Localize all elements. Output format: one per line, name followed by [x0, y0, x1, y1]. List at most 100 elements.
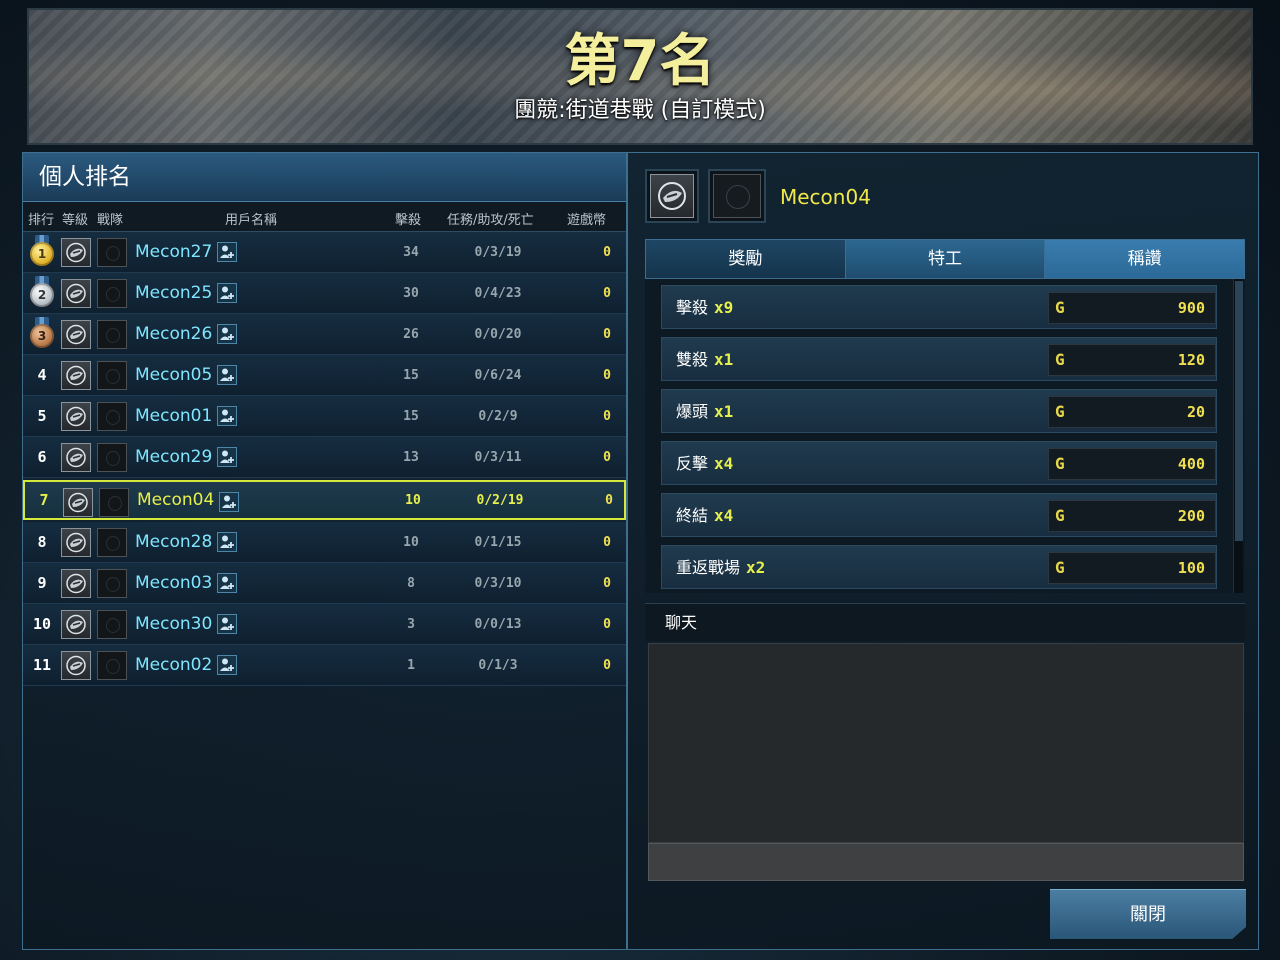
chat-input[interactable] — [648, 843, 1244, 881]
add-friend-button[interactable] — [217, 365, 237, 385]
add-friend-button[interactable] — [217, 283, 237, 303]
clan-icon — [97, 651, 127, 680]
username[interactable]: Mecon25 — [135, 273, 212, 314]
rank-emblem-icon — [68, 492, 88, 513]
reward-multiplier: x1 — [714, 402, 734, 421]
reward-value-box: G 20 — [1048, 396, 1216, 428]
add-friend-icon — [220, 368, 234, 381]
ranking-row[interactable]: 2 Mecon25 30 0/4/23 0 — [23, 273, 626, 314]
reward-label: 擊殺 x9 — [676, 286, 733, 330]
level-icon — [61, 569, 91, 598]
rank-emblem-icon — [66, 532, 86, 553]
chat-log — [648, 643, 1244, 843]
reward-name: 終結 — [676, 506, 709, 525]
username[interactable]: Mecon01 — [135, 396, 212, 437]
ranking-row[interactable]: 4 Mecon05 15 0/6/24 0 — [23, 355, 626, 396]
add-friend-icon — [220, 327, 234, 340]
add-friend-icon — [220, 409, 234, 422]
add-friend-button[interactable] — [217, 573, 237, 593]
kills-value: 26 — [403, 327, 419, 342]
kills-value: 15 — [403, 409, 419, 424]
tab-praise[interactable]: 稱讚 — [1045, 240, 1245, 278]
kills-value: 30 — [403, 286, 419, 301]
username[interactable]: Mecon27 — [135, 232, 212, 273]
col-clan: 戰隊 — [97, 213, 124, 228]
ranking-row[interactable]: 11 Mecon02 1 0/1/3 0 — [23, 645, 626, 686]
add-friend-button[interactable] — [217, 406, 237, 426]
clan-icon — [97, 238, 127, 267]
close-button[interactable]: 關閉 — [1050, 889, 1246, 939]
clan-icon — [97, 443, 127, 472]
add-friend-icon — [220, 658, 234, 671]
rank-number: 6 — [37, 448, 47, 466]
kills-value: 10 — [403, 535, 419, 550]
level-icon — [61, 651, 91, 680]
kills-value: 1 — [407, 658, 415, 673]
coins-value: 0 — [603, 368, 611, 383]
add-friend-button[interactable] — [217, 532, 237, 552]
reward-value: 900 — [1177, 299, 1205, 317]
rank-emblem-icon — [66, 447, 86, 468]
username[interactable]: Mecon03 — [135, 563, 212, 604]
clan-icon — [97, 402, 127, 431]
ranking-row[interactable]: 9 Mecon03 8 0/3/10 0 — [23, 563, 626, 604]
add-friend-button[interactable] — [217, 447, 237, 467]
tab-rewards[interactable]: 獎勵 — [646, 240, 846, 278]
add-friend-button[interactable] — [217, 614, 237, 634]
reward-label: 終結 x4 — [676, 494, 733, 538]
tab-agent[interactable]: 特工 — [845, 240, 1046, 278]
reward-row: 擊殺 x9 G 900 — [661, 285, 1217, 329]
add-friend-button[interactable] — [217, 324, 237, 344]
username[interactable]: Mecon05 — [135, 355, 212, 396]
coins-value: 0 — [603, 658, 611, 673]
ranking-row[interactable]: 10 Mecon30 3 0/0/13 0 — [23, 604, 626, 645]
add-friend-button[interactable] — [219, 492, 239, 512]
ranking-row[interactable]: 5 Mecon01 15 0/2/9 0 — [23, 396, 626, 437]
username[interactable]: Mecon29 — [135, 437, 212, 478]
add-friend-icon — [222, 495, 236, 508]
reward-value: 20 — [1186, 403, 1205, 421]
ranking-row[interactable]: 6 Mecon29 13 0/3/11 0 — [23, 437, 626, 478]
level-icon — [61, 610, 91, 639]
username[interactable]: Mecon26 — [135, 314, 212, 355]
rank-emblem-icon — [66, 573, 86, 594]
reward-name: 反擊 — [676, 454, 709, 473]
rewards-scrollbar[interactable] — [1233, 279, 1243, 593]
clan-icon — [97, 279, 127, 308]
add-friend-icon — [220, 245, 234, 258]
col-username: 用戶名稱 — [225, 213, 278, 228]
level-icon — [61, 443, 91, 472]
col-coins: 遊戲幣 — [567, 213, 607, 228]
rank-emblem-icon — [66, 406, 86, 427]
reward-value-box: G 120 — [1048, 344, 1216, 376]
add-friend-button[interactable] — [217, 242, 237, 262]
silver-medal-icon: 2 — [29, 276, 55, 310]
username[interactable]: Mecon04 — [137, 480, 214, 521]
bronze-medal-icon: 3 — [29, 317, 55, 351]
clan-icon — [97, 569, 127, 598]
kda-value: 0/1/3 — [478, 658, 518, 673]
ranking-row[interactable]: 1 Mecon27 34 0/3/19 0 — [23, 232, 626, 273]
scrollbar-thumb[interactable] — [1235, 281, 1243, 541]
username[interactable]: Mecon28 — [135, 522, 212, 563]
rank-emblem-icon — [658, 182, 686, 210]
reward-multiplier: x9 — [714, 298, 734, 317]
level-icon — [61, 238, 91, 267]
ranking-row[interactable]: 7 Mecon04 10 0/2/19 0 — [23, 480, 626, 520]
ranking-row[interactable]: 8 Mecon28 10 0/1/15 0 — [23, 522, 626, 563]
reward-value: 120 — [1177, 351, 1205, 369]
reward-value: 200 — [1177, 507, 1205, 525]
rank-title: 第7名 — [564, 29, 716, 94]
level-icon — [61, 279, 91, 308]
rank-emblem-icon — [66, 365, 86, 386]
rank-number: 11 — [32, 656, 52, 674]
username[interactable]: Mecon02 — [135, 645, 212, 686]
username[interactable]: Mecon30 — [135, 604, 212, 645]
kills-value: 3 — [407, 617, 415, 632]
clan-icon — [97, 320, 127, 349]
coins-value: 0 — [603, 535, 611, 550]
add-friend-button[interactable] — [217, 655, 237, 675]
reward-label: 反擊 x4 — [676, 442, 733, 486]
ranking-row[interactable]: 3 Mecon26 26 0/0/20 0 — [23, 314, 626, 355]
clan-icon — [97, 361, 127, 390]
